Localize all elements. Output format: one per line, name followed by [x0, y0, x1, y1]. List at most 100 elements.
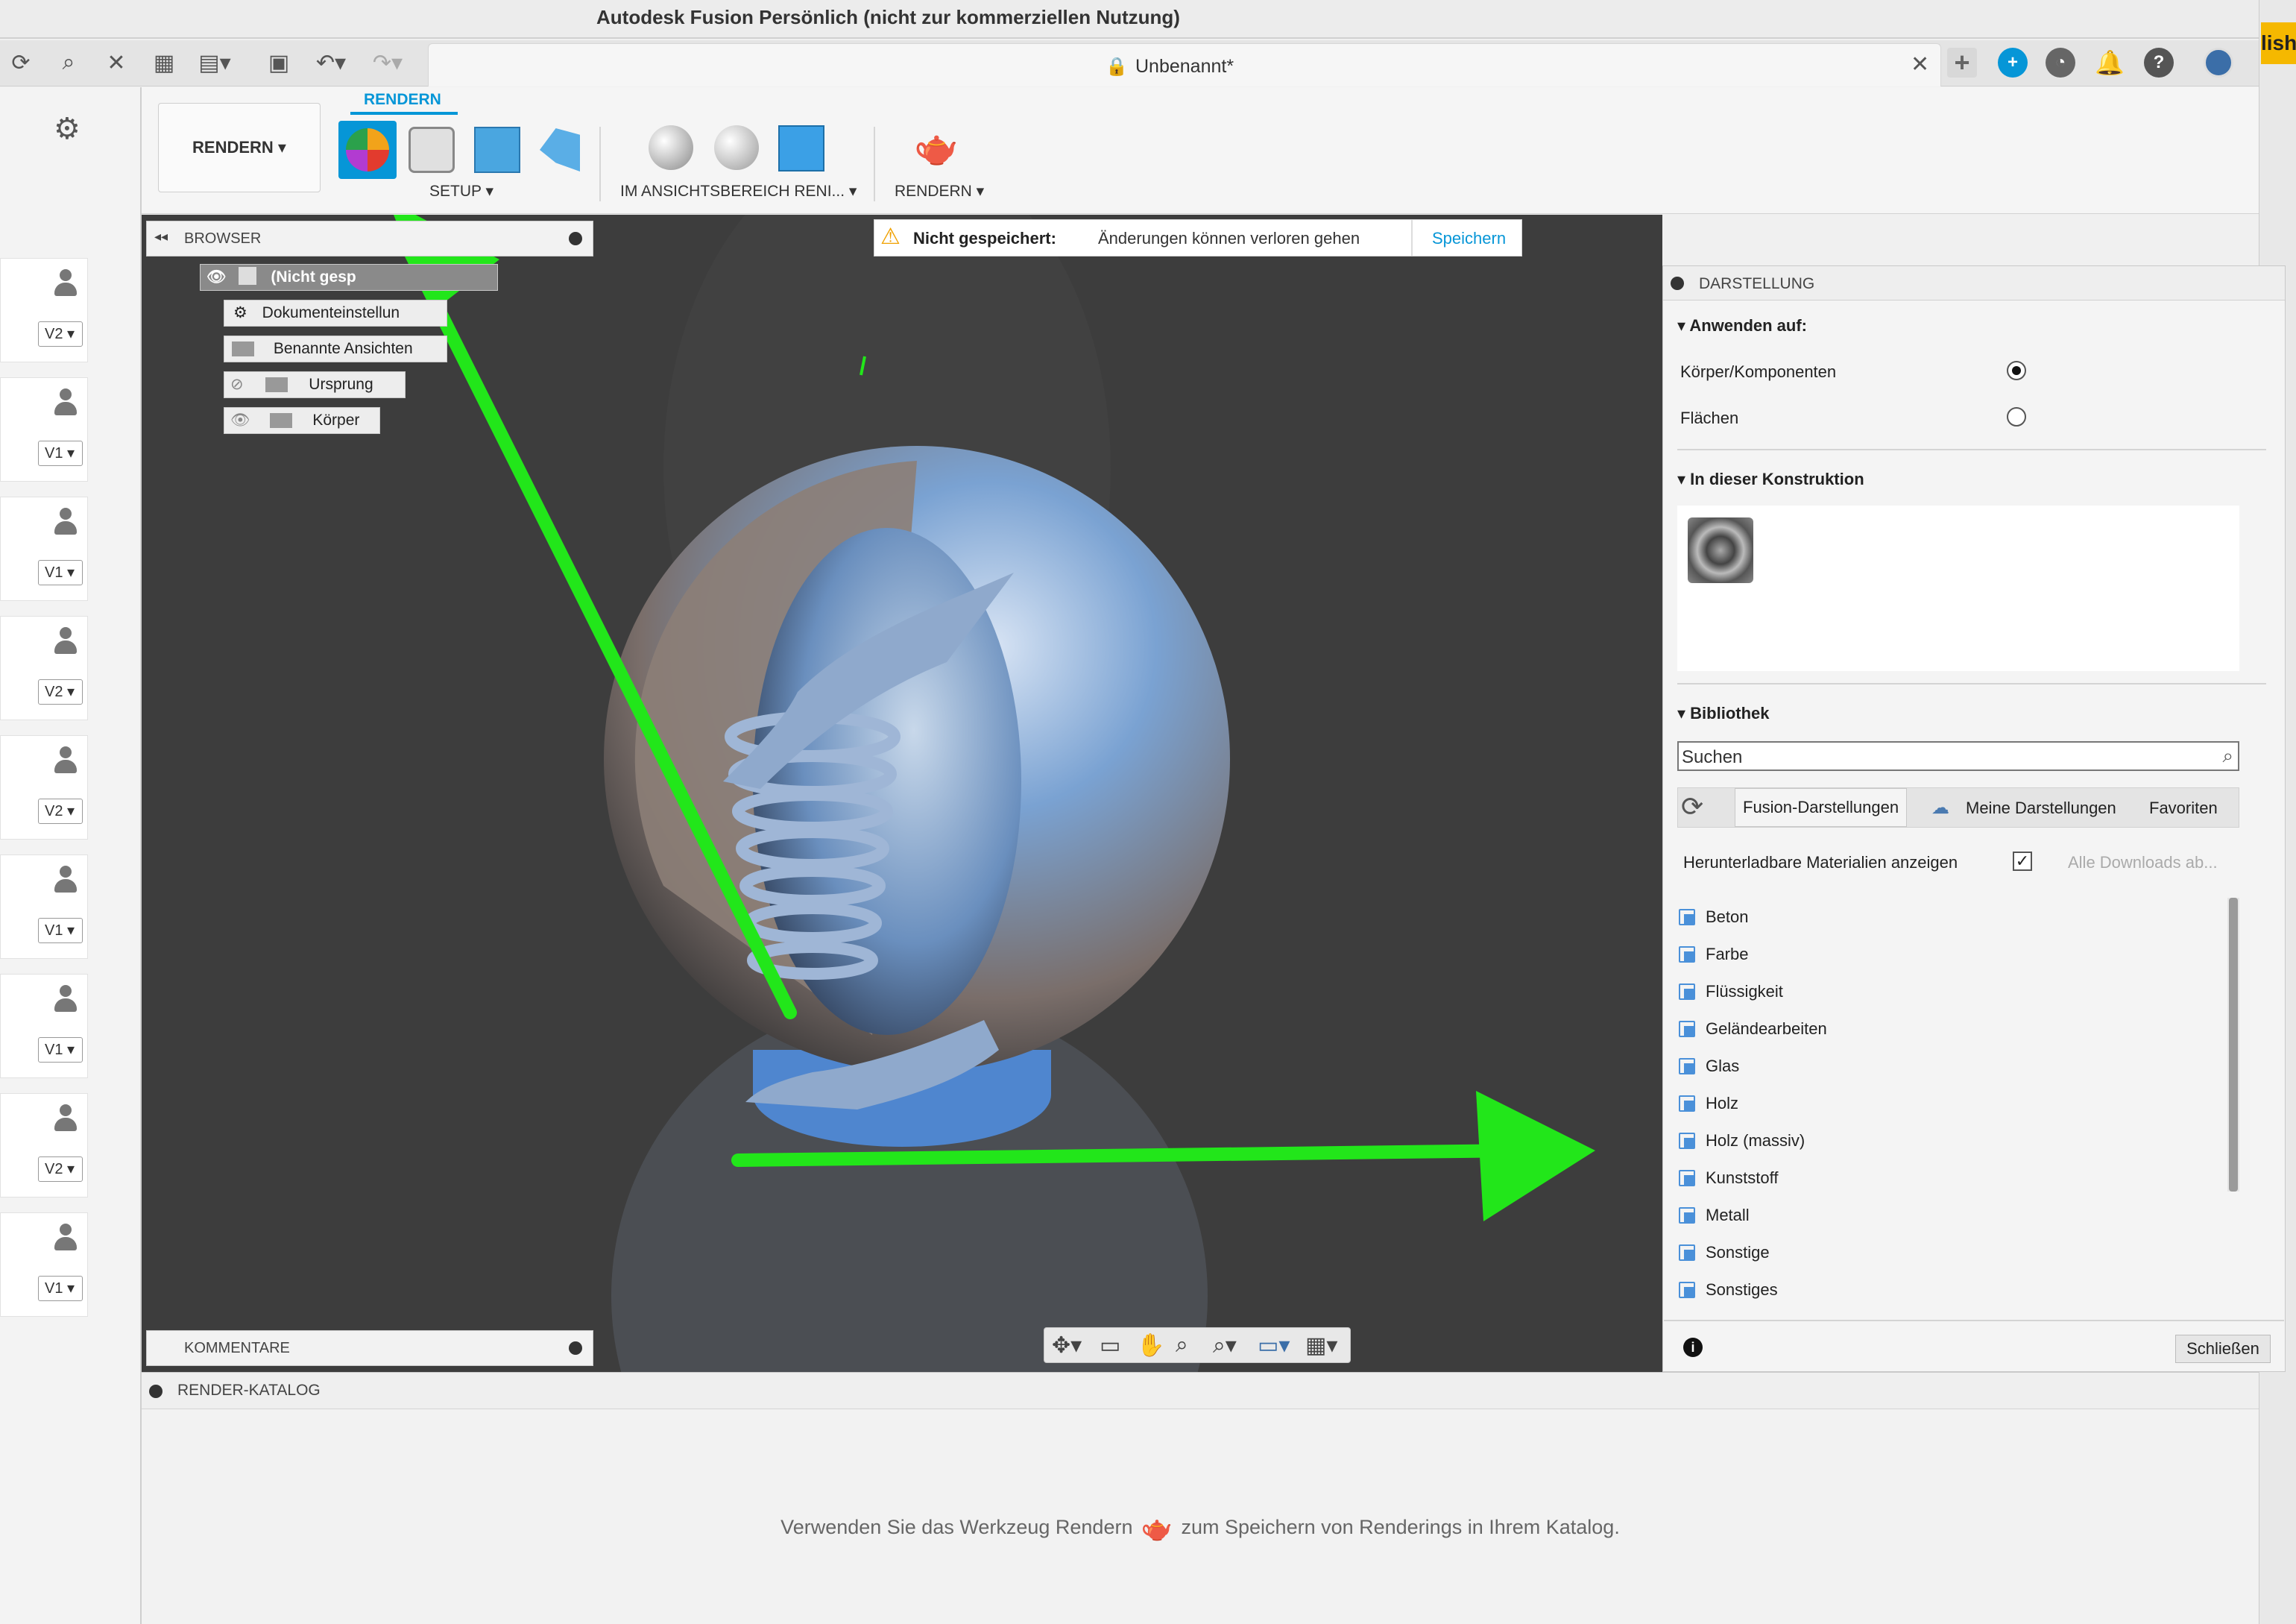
download-all-button[interactable]: Alle Downloads ab...: [2068, 853, 2218, 872]
job-status-icon[interactable]: ◔: [2046, 48, 2075, 78]
tree-item-bodies[interactable]: 👁 Körper: [224, 407, 380, 434]
appearance-button[interactable]: [338, 121, 397, 179]
setup-label[interactable]: SETUP ▾: [429, 182, 493, 201]
close-button[interactable]: Schließen: [2175, 1335, 2271, 1363]
version-select[interactable]: V2 ▾: [38, 799, 83, 824]
texture-map-icon[interactable]: [474, 127, 520, 173]
version-select[interactable]: V2 ▾: [38, 679, 83, 705]
help-icon[interactable]: ?: [2144, 48, 2174, 78]
eye-hidden-icon[interactable]: ⊘: [230, 376, 244, 393]
download-checkbox[interactable]: ✓: [2013, 852, 2032, 871]
file-menu-icon[interactable]: ▤▾: [198, 48, 230, 78]
comments-panel-header[interactable]: KOMMENTARE: [146, 1330, 593, 1366]
collapse-panel-icon[interactable]: [1671, 277, 1684, 290]
render-catalog-header[interactable]: RENDER-KATALOG: [142, 1372, 2259, 1409]
grid-settings-icon[interactable]: ▦▾: [1305, 1332, 1337, 1359]
new-tab-icon[interactable]: +: [1947, 47, 1977, 78]
version-select[interactable]: V1 ▾: [38, 918, 83, 943]
tree-item-settings[interactable]: ⚙ Dokumenteinstellun: [224, 300, 447, 327]
add-comment-icon[interactable]: [569, 1341, 582, 1355]
eye-icon[interactable]: 👁: [230, 412, 250, 429]
version-card[interactable]: V2 ▾: [0, 258, 88, 362]
version-card[interactable]: V2 ▾: [0, 616, 88, 720]
save-button[interactable]: Speichern: [1432, 229, 1506, 248]
in-canvas-render-icon[interactable]: [649, 125, 693, 170]
library-section[interactable]: ▾ Bibliothek: [1677, 704, 1770, 723]
document-tab[interactable]: 🔒 Unbenannt* ✕: [428, 43, 1941, 86]
version-select[interactable]: V2 ▾: [38, 321, 83, 347]
category-item[interactable]: Metall: [1679, 1200, 1750, 1230]
tab-favorites[interactable]: Favoriten: [2149, 799, 2218, 818]
tree-item-origin[interactable]: ⊘ Ursprung: [224, 371, 406, 398]
fit-icon[interactable]: ⌕▾: [1213, 1332, 1237, 1359]
tab-my-appearances[interactable]: Meine Darstellungen: [1966, 799, 2116, 818]
category-item[interactable]: Farbe: [1679, 940, 1748, 969]
render-menu-label[interactable]: RENDERN ▾: [895, 182, 984, 201]
look-at-icon[interactable]: ▭: [1100, 1332, 1120, 1359]
radio-bodies[interactable]: [2007, 361, 2026, 380]
category-item[interactable]: Sonstige: [1679, 1238, 1770, 1268]
notifications-icon[interactable]: 🔔: [2095, 48, 2125, 78]
version-select[interactable]: V1 ▾: [38, 1276, 83, 1301]
version-card[interactable]: V1 ▾: [0, 377, 88, 482]
category-item[interactable]: Glas: [1679, 1051, 1739, 1081]
category-item[interactable]: Sonstiges: [1679, 1275, 1778, 1305]
tree-item-named-views[interactable]: Benannte Ansichten: [224, 336, 447, 362]
redo-icon[interactable]: ↷▾: [373, 48, 403, 78]
version-select[interactable]: V1 ▾: [38, 1037, 83, 1063]
tree-root[interactable]: 👁 (Nicht gesp: [200, 264, 498, 291]
version-card[interactable]: V1 ▾: [0, 974, 88, 1078]
version-select[interactable]: V2 ▾: [38, 1156, 83, 1182]
close-icon[interactable]: ✕: [101, 48, 131, 78]
zoom-icon[interactable]: ⌕: [1176, 1332, 1188, 1358]
collapse-icon[interactable]: ◂◂: [154, 229, 168, 245]
category-item[interactable]: Holz: [1679, 1089, 1738, 1118]
undo-icon[interactable]: ↶▾: [316, 48, 346, 78]
scrollbar[interactable]: [2227, 898, 2239, 1192]
in-design-section[interactable]: ▾ In dieser Konstruktion: [1677, 470, 1864, 489]
scrollbar-thumb[interactable]: [2229, 898, 2238, 1192]
pan-icon[interactable]: ✋: [1137, 1332, 1164, 1359]
browser-panel-header[interactable]: ◂◂ BROWSER: [146, 221, 593, 256]
display-settings-icon[interactable]: ▭▾: [1258, 1332, 1290, 1359]
extensions-icon[interactable]: +: [1998, 48, 2028, 78]
material-swatch[interactable]: [1688, 517, 1753, 583]
category-item[interactable]: Kunststoff: [1679, 1163, 1778, 1193]
in-canvas-render-label[interactable]: IM ANSICHTSBEREICH RENI... ▾: [620, 182, 857, 201]
info-icon[interactable]: i: [1683, 1338, 1703, 1357]
avatar[interactable]: [2204, 48, 2233, 78]
pin-icon[interactable]: [569, 232, 582, 245]
version-card[interactable]: V1 ▾: [0, 497, 88, 601]
grid-icon[interactable]: ▦: [149, 48, 179, 78]
tab-fusion-appearances[interactable]: Fusion-Darstellungen: [1735, 788, 1908, 827]
orbit-icon[interactable]: ✥▾: [1052, 1332, 1082, 1359]
category-item[interactable]: Holz (massiv): [1679, 1126, 1805, 1156]
search-icon[interactable]: ⌕: [54, 48, 83, 78]
category-item[interactable]: Geländearbeiten: [1679, 1014, 1827, 1044]
library-search-input[interactable]: Suchen ⌕: [1677, 741, 2239, 771]
search-icon[interactable]: ⌕: [2222, 744, 2233, 768]
collapse-icon[interactable]: [149, 1385, 163, 1398]
category-item[interactable]: Flüssigkeit: [1679, 977, 1783, 1007]
tab-render[interactable]: RENDERN: [364, 91, 441, 109]
version-select[interactable]: V1 ▾: [38, 441, 83, 466]
version-card[interactable]: V1 ▾: [0, 1212, 88, 1317]
version-card[interactable]: V2 ▾: [0, 1093, 88, 1197]
eye-icon[interactable]: 👁: [206, 268, 227, 286]
save-icon[interactable]: ▣: [264, 48, 294, 78]
radio-faces[interactable]: [2007, 407, 2026, 427]
capture-image-icon[interactable]: [778, 125, 824, 171]
apply-to-section[interactable]: ▾ Anwenden auf:: [1677, 316, 1807, 336]
close-tab-icon[interactable]: ✕: [1911, 51, 1929, 78]
version-select[interactable]: V1 ▾: [38, 560, 83, 585]
refresh-icon[interactable]: ⟳: [6, 48, 36, 78]
render-settings-icon[interactable]: [714, 125, 759, 170]
category-item[interactable]: Beton: [1679, 902, 1749, 932]
scene-settings-icon[interactable]: [409, 127, 455, 173]
version-card[interactable]: V2 ▾: [0, 735, 88, 840]
teapot-icon[interactable]: 🫖: [914, 130, 960, 167]
workspace-switcher[interactable]: RENDERN ▾: [158, 103, 321, 192]
refresh-icon[interactable]: ⟳: [1681, 791, 1703, 822]
version-card[interactable]: V1 ▾: [0, 855, 88, 959]
gear-icon[interactable]: ⚙: [54, 112, 81, 146]
